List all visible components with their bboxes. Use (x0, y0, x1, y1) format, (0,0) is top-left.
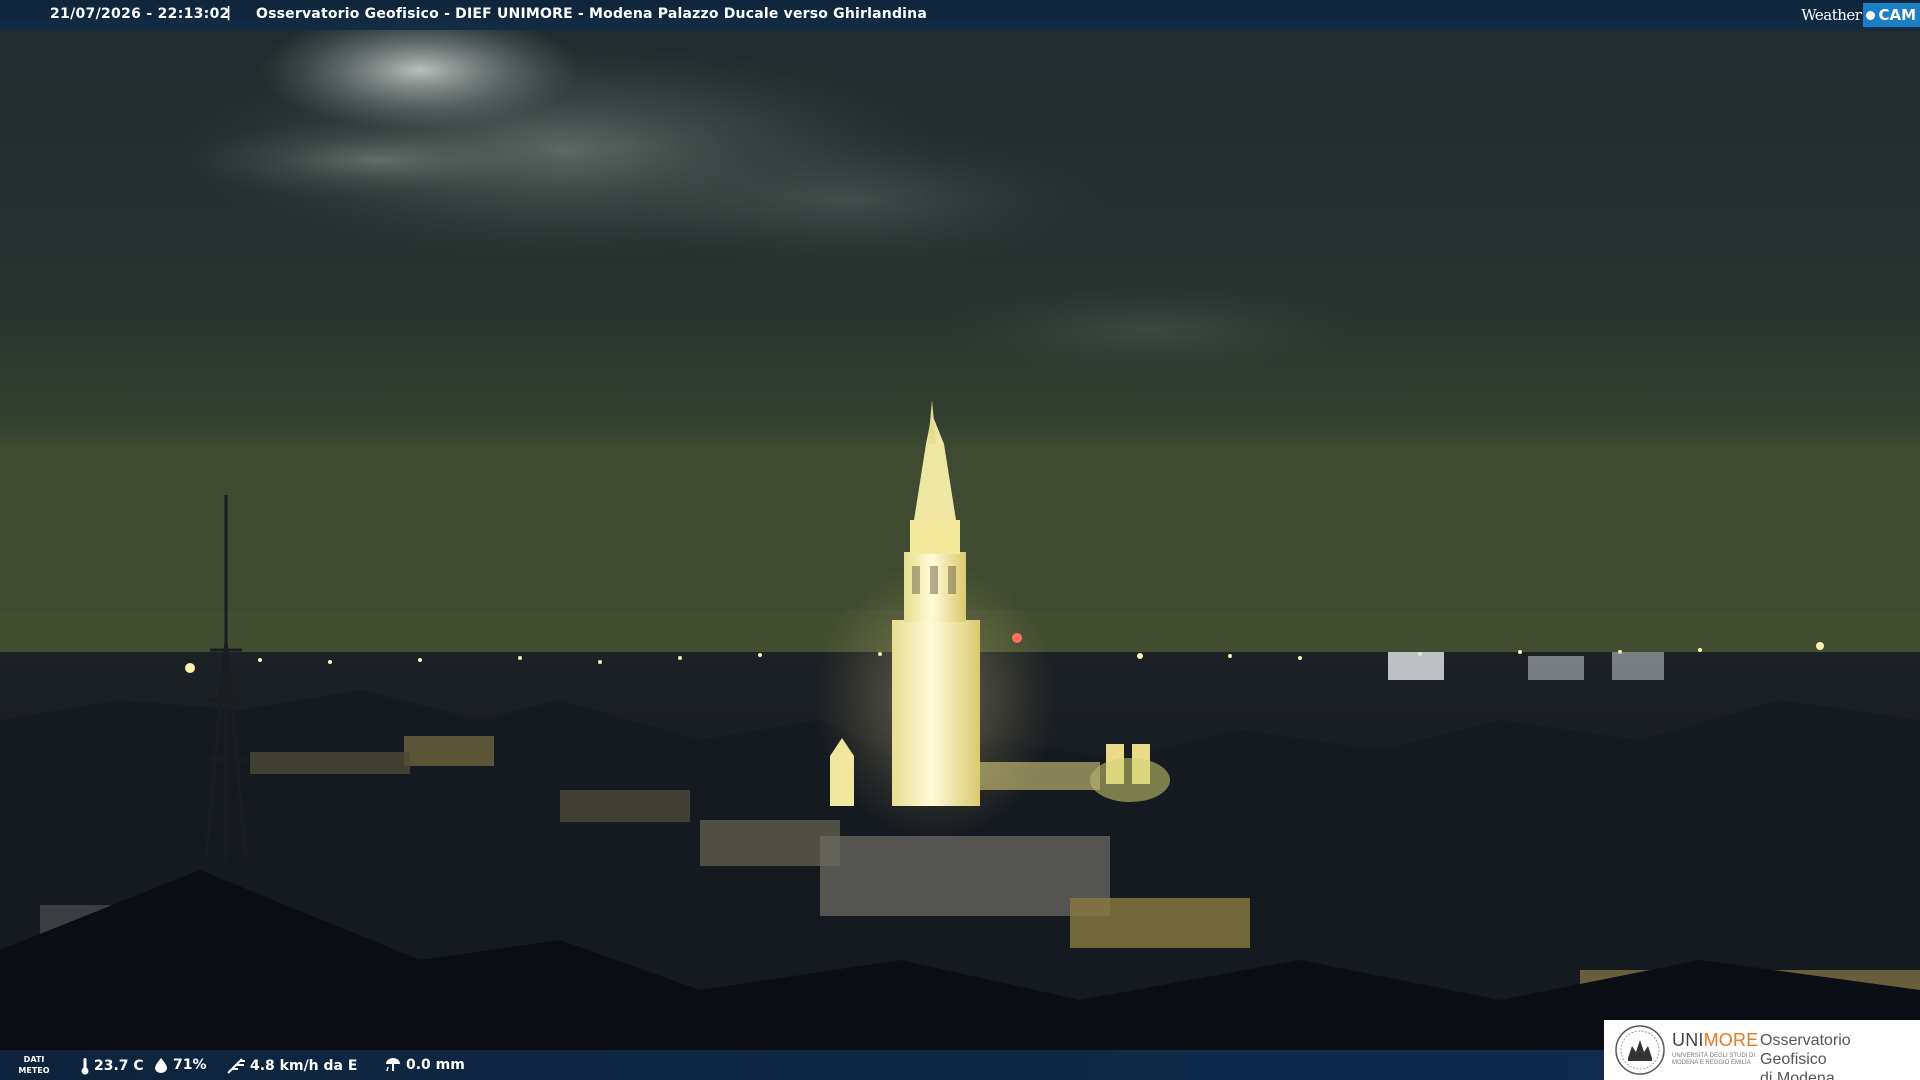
humidity-reading: 71% (153, 1057, 207, 1073)
observatory-logo-box: UNIMORE UNIVERSITÀ DEGLI STUDI DI MODENA… (1604, 1020, 1920, 1080)
observatory-line1: Osservatorio Geofisico (1760, 1032, 1851, 1068)
thermometer-icon (81, 1058, 89, 1075)
night-city-scene (0, 0, 1920, 1080)
rain-reading: 0.0 mm (384, 1057, 465, 1073)
temperature-value: 23.7 C (94, 1058, 144, 1074)
header-bar: 21/07/2026 - 22:13:02 | Osservatorio Geo… (0, 0, 1920, 30)
brand-cam: CAM (1878, 6, 1916, 24)
unimore-wordmark-part1: UNI (1672, 1030, 1704, 1050)
temperature-reading: 23.7 C (80, 1057, 144, 1075)
brand-weather: Weather (1801, 6, 1862, 24)
unimore-wordmark: UNIMORE (1672, 1030, 1758, 1051)
camera-title: Osservatorio Geofisico - DIEF UNIMORE - … (256, 6, 927, 22)
timestamp: 21/07/2026 - 22:13:02 (50, 6, 230, 22)
wind-value: 4.8 km/h da E (250, 1058, 358, 1074)
weathercam-logo: Weather CAM (1801, 0, 1920, 30)
humidity-value: 71% (173, 1057, 207, 1073)
header-separator: | (226, 5, 232, 21)
unimore-subtitle: UNIVERSITÀ DEGLI STUDI DI MODENA E REGGI… (1672, 1053, 1756, 1066)
brand-cam-badge: CAM (1863, 3, 1920, 27)
webcam-frame: 21/07/2026 - 22:13:02 | Osservatorio Geo… (0, 0, 1920, 1080)
weather-data-bar: DATI METEO 23.7 C 71% 4.8 km/h da E 0.0 … (0, 1050, 1604, 1080)
dati-meteo-line1: DATI (23, 1055, 45, 1064)
dati-meteo-label: DATI METEO (12, 1054, 56, 1076)
observatory-name: Osservatorio Geofisico di Modena (1760, 1031, 1920, 1080)
brand-dot-icon (1866, 10, 1876, 20)
wind-icon (227, 1058, 245, 1074)
rain-value: 0.0 mm (406, 1057, 465, 1073)
observatory-line2: di Modena (1760, 1070, 1835, 1080)
wind-reading: 4.8 km/h da E (226, 1057, 357, 1075)
unimore-wordmark-part2: MORE (1703, 1030, 1759, 1050)
dati-meteo-line2: METEO (18, 1066, 50, 1075)
unimore-seal-icon (1615, 1025, 1665, 1075)
humidity-drop-icon (155, 1058, 167, 1073)
rain-gauge-icon (386, 1058, 400, 1072)
